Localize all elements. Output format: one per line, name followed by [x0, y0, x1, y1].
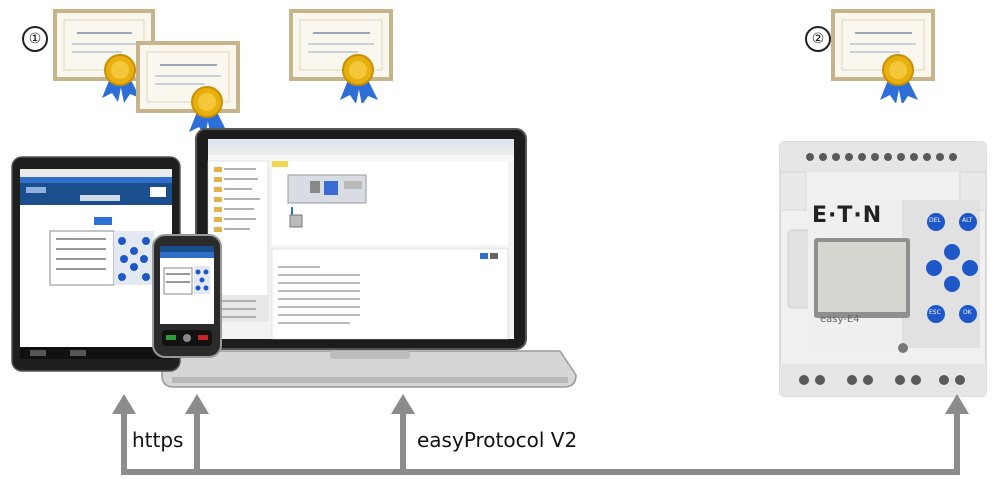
connection-arrows [112, 394, 969, 475]
protocol-label: easyProtocol V2 [417, 428, 578, 452]
https-label: https [132, 428, 184, 452]
arrow-up-icon [391, 394, 415, 414]
arrow-up-icon [112, 394, 136, 414]
arrow-up-icon [185, 394, 209, 414]
arrow-up-icon [945, 394, 969, 414]
